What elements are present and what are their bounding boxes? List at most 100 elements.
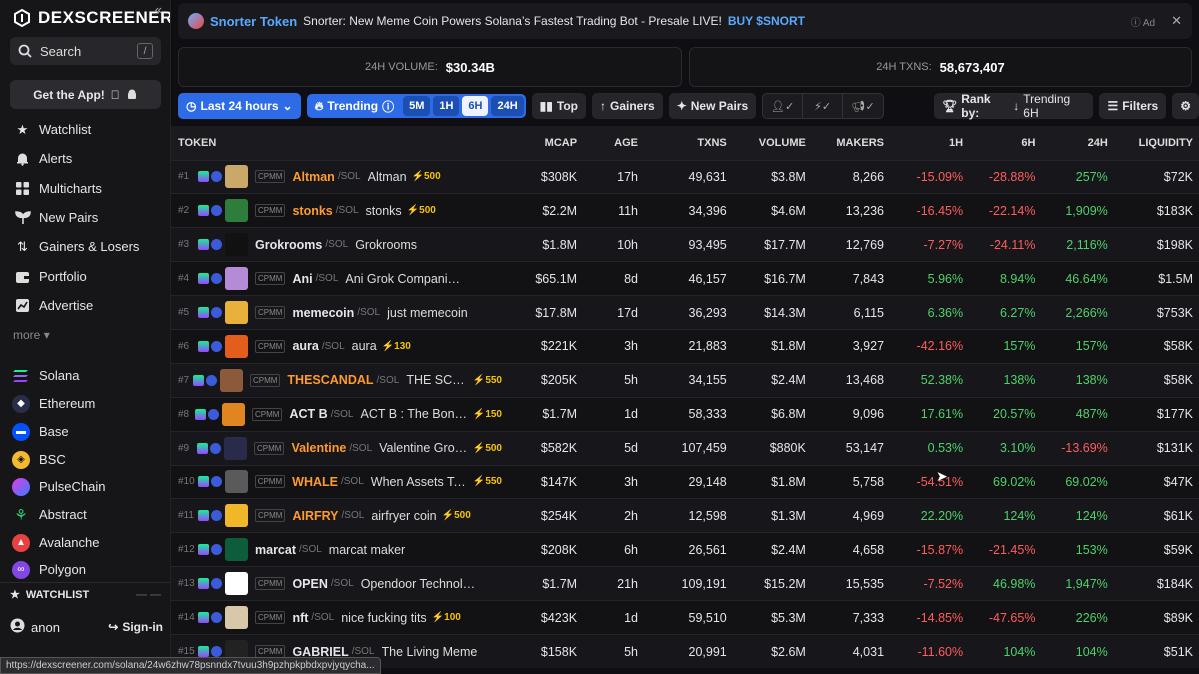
boost-value: 500 [454, 510, 471, 522]
col-makers[interactable]: MAKERS [812, 126, 890, 160]
tf-1h[interactable]: 1H [433, 96, 460, 116]
wallet-icon [14, 268, 31, 285]
token-cell[interactable]: #2 CPMM stonks/SOL stonks ⚡500 [171, 194, 508, 228]
tf-6h[interactable]: 6H [462, 96, 489, 116]
chain-bsc[interactable]: ◈ BSC [0, 446, 170, 473]
table-row[interactable]: #9 CPMM Valentine/SOL Valentine Grok C ⚡500 $… [171, 431, 1199, 466]
search-button[interactable]: Search / [10, 37, 161, 65]
boost-filter-toggle[interactable]: ⚡︎✓ [803, 94, 844, 118]
token-cell[interactable]: #11 CPMM AIRFRY/SOL airfryer coin ⚡500 [171, 499, 508, 533]
chain-polygon[interactable]: ∞ Polygon [0, 556, 170, 583]
more-toggle[interactable]: more ▾ [13, 328, 50, 342]
nav-alerts[interactable]: Alerts [0, 144, 170, 173]
chain-pulsechain[interactable]: PulseChain [0, 473, 170, 500]
nav-portfolio[interactable]: Portfolio [0, 262, 170, 291]
more-label: more [13, 328, 41, 342]
filters-button[interactable]: ☰ Filters [1099, 93, 1167, 119]
nav-advertise[interactable]: Advertise [0, 291, 170, 320]
table-row[interactable]: #11 CPMM AIRFRY/SOL airfryer coin ⚡500 $254K 2… [171, 498, 1199, 533]
token-cell[interactable]: #12 marcat/SOL marcat maker [171, 533, 508, 567]
col-age[interactable]: AGE [583, 126, 644, 160]
ethereum-icon: ◆ [12, 394, 30, 413]
token-cell[interactable]: #6 CPMM aura/SOL aura ⚡130 [171, 329, 508, 363]
watchlist-section-header[interactable]: ★ WATCHLIST — — [0, 582, 170, 606]
token-cell[interactable]: #9 CPMM Valentine/SOL Valentine Grok C ⚡500 [171, 431, 508, 465]
table-row[interactable]: #7 CPMM THESCANDAL/SOL THE SCANDAL ⚡550 $205K… [171, 363, 1199, 398]
ad-banner[interactable]: Snorter Token Snorter: New Meme Coin Pow… [178, 3, 1192, 39]
get-app-button[interactable]: Get the App!  [10, 80, 161, 109]
mcap-cell: $1.8M [542, 237, 578, 252]
token-cell[interactable]: #10 CPMM WHALE/SOL When Assets Take t ⚡550 [171, 465, 508, 499]
txns-cell: 12,598 [688, 508, 727, 523]
token-name: THE SCANDAL [406, 373, 468, 388]
token-cell[interactable]: #3 Grokrooms/SOL Grokrooms [171, 228, 508, 262]
nav-label: Gainers & Losers [39, 239, 140, 254]
col-1h[interactable]: 1H [890, 126, 969, 160]
nav-new-pairs[interactable]: New Pairs [0, 203, 170, 232]
gainers-button[interactable]: ↑ Gainers [592, 93, 663, 119]
chain-avalanche[interactable]: ▲ Avalanche [0, 529, 170, 556]
settings-button[interactable]: ⚙ [1172, 93, 1199, 119]
chain-abstract[interactable]: ⚘ Abstract [0, 501, 170, 528]
age-cell: 11h [618, 203, 638, 218]
timeframe-dropdown[interactable]: ◷ Last 24 hours ⌄ [178, 93, 301, 119]
token-cell[interactable]: #1 CPMM Altman/SOL Altman ⚡500 [171, 160, 508, 194]
rank: #11 [178, 510, 194, 522]
ads-filter-toggle[interactable]: 📢︎✓ [843, 94, 883, 118]
table-row[interactable]: #8 CPMM ACT B/SOL ACT B : The Bonk Prop ⚡150… [171, 397, 1199, 432]
top-label: Top [556, 99, 578, 113]
apple-icon:  [111, 88, 120, 102]
tf-24h[interactable]: 24H [491, 96, 524, 116]
quote-pair: /SOL [376, 374, 400, 386]
logo[interactable]: DEXSCREENER [12, 8, 170, 28]
col-token[interactable]: TOKEN [171, 126, 508, 160]
token-cell[interactable]: #7 CPMM THESCANDAL/SOL THE SCANDAL ⚡550 [171, 363, 508, 397]
table-row[interactable]: #10 CPMM WHALE/SOL When Assets Take t ⚡550 $1… [171, 465, 1199, 499]
nav-watchlist[interactable]: ★ Watchlist [0, 115, 170, 144]
tf-5m[interactable]: 5M [403, 96, 431, 116]
nav-gainers-losers[interactable]: ⇅ Gainers & Losers [0, 232, 170, 261]
table-row[interactable]: #2 CPMM stonks/SOL stonks ⚡500 $2.2M 11h 34,396… [171, 193, 1199, 228]
new-pairs-button[interactable]: ✦ New Pairs [668, 93, 757, 119]
table-row[interactable]: #14 CPMM nft/SOL nice fucking tits ⚡100 $423K… [171, 600, 1199, 635]
close-icon[interactable]: ✕ [1171, 13, 1182, 29]
token-cell[interactable]: #4 CPMM Ani/SOL Ani Grok Companion [171, 262, 508, 296]
col-mcap[interactable]: MCAP [508, 126, 583, 160]
col-volume[interactable]: VOLUME [733, 126, 812, 160]
ad-cta-link[interactable]: BUY $SNORT [728, 14, 805, 28]
chain-base[interactable]: ▬ Base [0, 418, 170, 445]
solana-chain-icon [197, 476, 209, 488]
collapse-sidebar-icon[interactable]: « [155, 2, 162, 17]
col-6h[interactable]: 6H [969, 126, 1041, 160]
age-cell: 17h [617, 169, 638, 184]
profile-filter-toggle[interactable]: 👤︎✓ [763, 94, 804, 118]
change-6h-cell: 124% [1003, 508, 1036, 523]
token-cell[interactable]: #13 CPMM OPEN/SOL Opendoor Technologies Inc [171, 567, 508, 601]
token-cell[interactable]: #14 CPMM nft/SOL nice fucking tits ⚡100 [171, 601, 508, 635]
txns-value: 58,673,407 [939, 59, 1005, 75]
star-icon: ★ [16, 121, 29, 137]
trending-button[interactable]: 🔥︎ Trending ⓘ [309, 98, 401, 115]
sign-in-button[interactable]: ↪ Sign-in [108, 620, 163, 634]
col-txns[interactable]: TXNS [644, 126, 733, 160]
table-row[interactable]: #5 CPMM memecoin/SOL just memecoin $17.8M 17d… [171, 295, 1199, 330]
quote-pair: /SOL [351, 646, 375, 658]
table-row[interactable]: #13 CPMM OPEN/SOL Opendoor Technologies Inc… [171, 566, 1199, 601]
table-row[interactable]: #6 CPMM aura/SOL aura ⚡130 $221K 3h 21,883 $1.8M… [171, 329, 1199, 364]
col-24h[interactable]: 24H [1041, 126, 1113, 160]
chain-ethereum[interactable]: ◆ Ethereum [0, 390, 170, 417]
table-row[interactable]: #12 marcat/SOL marcat maker $208K 6h 26,561 $2… [171, 532, 1199, 567]
table-row[interactable]: #1 CPMM Altman/SOL Altman ⚡500 $308K 17h 49,631… [171, 160, 1199, 194]
nav-multicharts[interactable]: Multicharts [0, 174, 170, 203]
table-row[interactable]: #3 Grokrooms/SOL Grokrooms $1.8M 10h 93,495 $1… [171, 227, 1199, 262]
token-cell[interactable]: #8 CPMM ACT B/SOL ACT B : The Bonk Prop ⚡150 [171, 397, 508, 431]
token-cell[interactable]: #5 CPMM memecoin/SOL just memecoin [171, 296, 508, 330]
chain-solana[interactable]: Solana [0, 362, 170, 389]
txns-stat: 24H TXNS: 58,673,407 [689, 47, 1192, 87]
rank-by-dropdown[interactable]: 🏆︎ Rank by: ↓ Trending 6H [934, 92, 1094, 120]
table-row[interactable]: #4 CPMM Ani/SOL Ani Grok Companion $65.1M 8d 4… [171, 261, 1199, 296]
top-button[interactable]: ▮▮ Top [531, 93, 586, 119]
gainers-label: Gainers [610, 99, 655, 113]
quote-pair: /SOL [335, 205, 359, 217]
col-liquidity[interactable]: LIQUIDITY [1114, 126, 1199, 160]
